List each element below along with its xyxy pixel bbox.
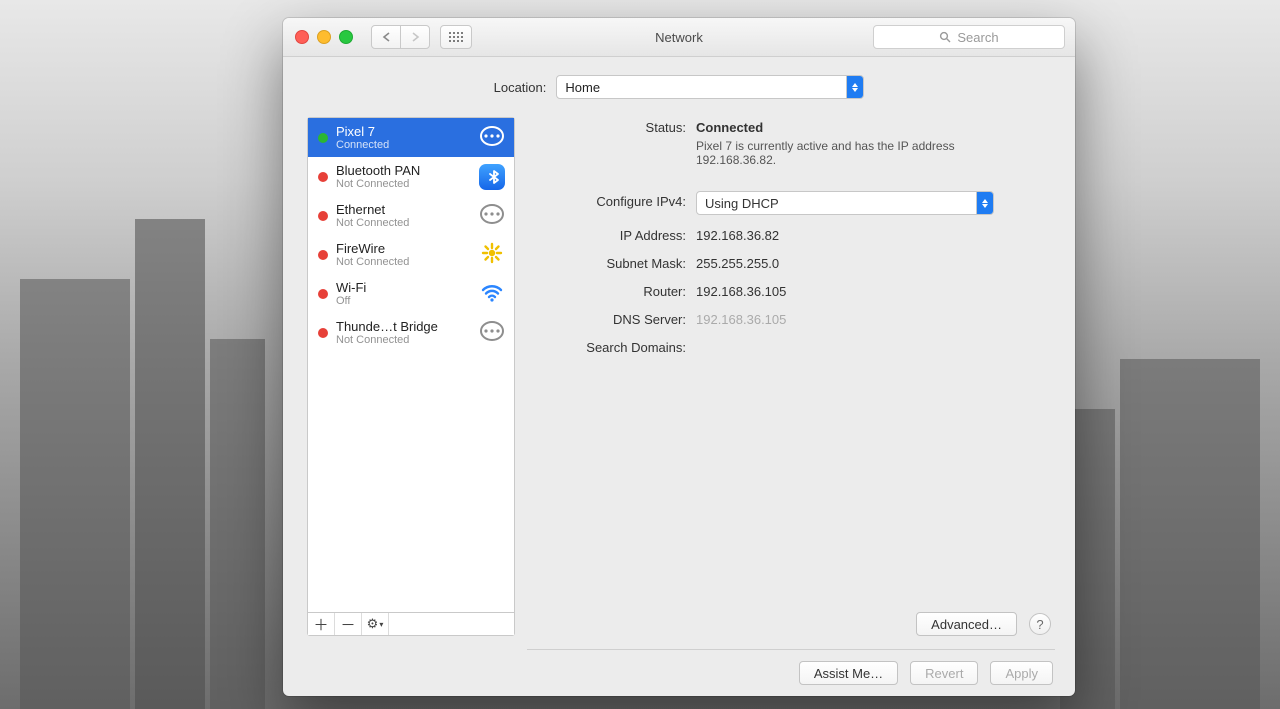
zoom-window-button[interactable] <box>339 30 353 44</box>
service-name: Wi-Fi <box>336 280 470 295</box>
service-name: FireWire <box>336 241 470 256</box>
status-dot-icon <box>318 328 328 338</box>
status-label: Status: <box>531 117 686 135</box>
service-row[interactable]: Thunde…t BridgeNot Connected <box>308 313 514 352</box>
router-value: 192.168.36.105 <box>696 281 1051 299</box>
subnet-mask-label: Subnet Mask: <box>531 253 686 271</box>
advanced-button[interactable]: Advanced… <box>916 612 1017 636</box>
status-dot-icon <box>318 172 328 182</box>
help-icon: ? <box>1036 617 1043 632</box>
ethernet-icon <box>479 203 505 228</box>
status-message: Pixel 7 is currently active and has the … <box>696 139 986 167</box>
ethernet-icon <box>479 320 505 345</box>
titlebar: Network Search <box>283 18 1075 57</box>
service-row[interactable]: Pixel 7Connected <box>308 118 514 157</box>
search-icon <box>939 31 951 43</box>
remove-service-button[interactable]: － <box>335 613 362 635</box>
search-domains-label: Search Domains: <box>531 337 686 355</box>
service-name: Bluetooth PAN <box>336 163 470 178</box>
configure-ipv4-value: Using DHCP <box>697 196 976 211</box>
service-status: Off <box>336 295 470 307</box>
service-status: Not Connected <box>336 217 470 229</box>
service-name: Thunde…t Bridge <box>336 319 470 334</box>
search-domains-value <box>696 337 1051 340</box>
router-label: Router: <box>531 281 686 299</box>
sidebar-action-bar: ＋ － ⚙︎▾ <box>308 612 514 635</box>
window-footer: Assist Me… Revert Apply <box>283 650 1075 696</box>
status-dot-icon <box>318 211 328 221</box>
configure-ipv4-label: Configure IPv4: <box>531 191 686 209</box>
location-popup[interactable]: Home <box>556 75 864 99</box>
details-panel: Status: Connected Pixel 7 is currently a… <box>531 117 1051 636</box>
subnet-mask-value: 255.255.255.0 <box>696 253 1051 271</box>
service-status: Not Connected <box>336 334 470 346</box>
minimize-window-button[interactable] <box>317 30 331 44</box>
grid-icon <box>449 32 463 42</box>
network-preferences-window: Network Search Location: Home Pixel 7Con… <box>283 18 1075 696</box>
ethernet-icon <box>479 125 505 150</box>
service-name: Pixel 7 <box>336 124 470 139</box>
location-value: Home <box>557 80 846 95</box>
ip-address-value: 192.168.36.82 <box>696 225 1051 243</box>
service-name: Ethernet <box>336 202 470 217</box>
dns-server-label: DNS Server: <box>531 309 686 327</box>
service-row[interactable]: Wi-FiOff <box>308 274 514 313</box>
forward-button[interactable] <box>400 25 430 49</box>
chevron-down-icon: ▾ <box>379 620 383 629</box>
firewire-icon <box>480 241 504 268</box>
service-status: Not Connected <box>336 178 470 190</box>
service-row[interactable]: FireWireNot Connected <box>308 235 514 274</box>
gear-icon: ⚙︎ <box>367 616 379 632</box>
wifi-icon <box>479 280 505 307</box>
service-sidebar: Pixel 7ConnectedBluetooth PANNot Connect… <box>307 117 515 636</box>
add-service-button[interactable]: ＋ <box>308 613 335 635</box>
status-value: Connected <box>696 120 763 135</box>
bluetooth-icon <box>479 164 505 190</box>
service-list[interactable]: Pixel 7ConnectedBluetooth PANNot Connect… <box>308 118 514 612</box>
service-row[interactable]: Bluetooth PANNot Connected <box>308 157 514 196</box>
service-actions-menu[interactable]: ⚙︎▾ <box>362 613 389 635</box>
search-placeholder: Search <box>957 30 998 45</box>
traffic-lights <box>295 30 353 44</box>
popup-arrows-icon <box>976 192 993 214</box>
configure-ipv4-popup[interactable]: Using DHCP <box>696 191 994 215</box>
help-button[interactable]: ? <box>1029 613 1051 635</box>
close-window-button[interactable] <box>295 30 309 44</box>
assist-me-button[interactable]: Assist Me… <box>799 661 898 685</box>
search-field[interactable]: Search <box>873 25 1065 49</box>
revert-button[interactable]: Revert <box>910 661 978 685</box>
apply-button[interactable]: Apply <box>990 661 1053 685</box>
location-label: Location: <box>494 80 547 95</box>
chevron-left-icon <box>382 32 391 42</box>
location-row: Location: Home <box>307 75 1051 99</box>
service-status: Connected <box>336 139 470 151</box>
status-dot-icon <box>318 250 328 260</box>
chevron-right-icon <box>411 32 420 42</box>
dns-server-value: 192.168.36.105 <box>696 309 1051 327</box>
status-dot-icon <box>318 133 328 143</box>
status-dot-icon <box>318 289 328 299</box>
back-button[interactable] <box>371 25 401 49</box>
show-all-button[interactable] <box>440 25 472 49</box>
nav-back-forward <box>371 25 430 49</box>
popup-arrows-icon <box>846 76 863 98</box>
service-row[interactable]: EthernetNot Connected <box>308 196 514 235</box>
service-status: Not Connected <box>336 256 470 268</box>
ip-address-label: IP Address: <box>531 225 686 243</box>
